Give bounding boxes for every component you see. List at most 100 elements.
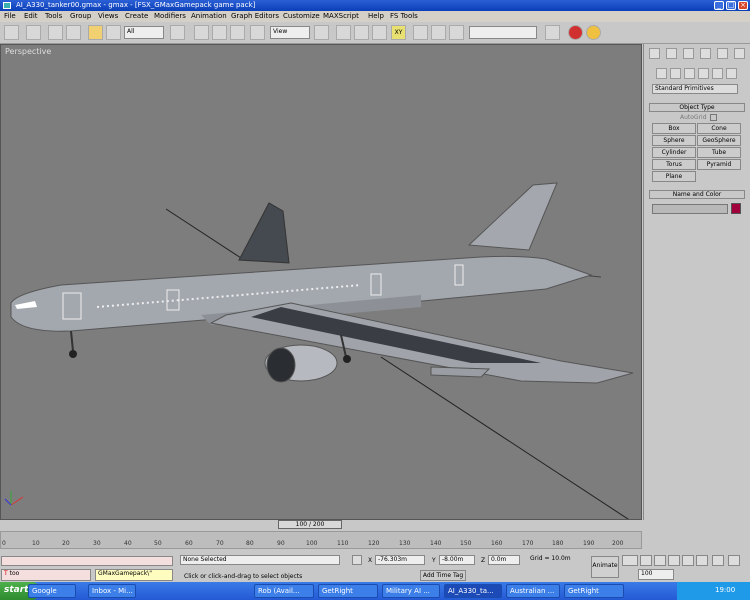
task-rob[interactable]: Rob (Avail... (254, 584, 314, 598)
create-tab-icon[interactable] (649, 48, 660, 59)
frame-field[interactable]: 100 (638, 569, 674, 580)
maxscript-listener[interactable] (1, 556, 173, 566)
torus-button[interactable]: Torus (652, 159, 696, 170)
zoom-icon[interactable] (696, 555, 708, 566)
sphere-button[interactable]: Sphere (652, 135, 696, 146)
menu-customize[interactable]: Customize (283, 12, 320, 20)
maxscript-icon: T (4, 570, 8, 577)
box-button[interactable]: Box (652, 123, 696, 134)
redo-icon[interactable] (26, 25, 41, 40)
minimize-button[interactable]: _ (714, 1, 724, 10)
menu-fs-tools[interactable]: FS Tools (390, 12, 418, 20)
tube-button[interactable]: Tube (697, 147, 741, 158)
time-slider[interactable]: 100 / 200 (278, 520, 342, 529)
timeline-tick: 150 (460, 540, 472, 547)
z-coordinate-field[interactable]: 0.0m (488, 555, 520, 565)
rotate-icon[interactable] (212, 25, 227, 40)
menu-help[interactable]: Help (368, 12, 384, 20)
selection-filter-dropdown[interactable]: All (124, 26, 164, 39)
named-selection-dropdown[interactable] (469, 26, 537, 39)
motion-tab-icon[interactable] (700, 48, 711, 59)
mirror-icon[interactable] (413, 25, 428, 40)
task-google[interactable]: Google (28, 584, 76, 598)
category-dropdown[interactable]: Standard Primitives (652, 84, 738, 94)
shapes-icon[interactable] (670, 68, 681, 79)
modify-tab-icon[interactable] (666, 48, 677, 59)
menu-edit[interactable]: Edit (24, 12, 38, 20)
maximize-button[interactable]: □ (726, 1, 736, 10)
undo-icon[interactable] (4, 25, 19, 40)
object-color-swatch[interactable] (731, 203, 741, 214)
task-military-ai[interactable]: Military AI ... (382, 584, 440, 598)
timeline-tick: 190 (583, 540, 595, 547)
maxscript-icon-area[interactable]: T too (1, 569, 91, 581)
clock[interactable]: 19:00 (715, 586, 735, 594)
display-tab-icon[interactable] (717, 48, 728, 59)
material-icon[interactable] (449, 25, 464, 40)
key-mode-icon[interactable] (622, 555, 638, 566)
named-selection-icon[interactable] (545, 25, 560, 40)
menu-create[interactable]: Create (125, 12, 148, 20)
perspective-viewport[interactable]: Perspective (0, 44, 642, 520)
task-inbox[interactable]: Inbox - Mi... (88, 584, 136, 598)
align-icon[interactable] (431, 25, 446, 40)
prev-frame-icon[interactable] (654, 555, 666, 566)
x-coordinate-field[interactable]: -76.303m (375, 555, 425, 565)
menu-file[interactable]: File (4, 12, 16, 20)
menu-views[interactable]: Views (98, 12, 118, 20)
scale-icon[interactable] (230, 25, 245, 40)
spacewarps-icon[interactable] (726, 68, 737, 79)
add-time-tag-button[interactable]: Add Time Tag (420, 570, 466, 581)
object-type-rollout[interactable]: Object Type (649, 103, 745, 112)
task-getright-2[interactable]: GetRight (564, 584, 624, 598)
manipulate-icon[interactable] (250, 25, 265, 40)
next-frame-icon[interactable] (682, 555, 694, 566)
menu-animation[interactable]: Animation (191, 12, 227, 20)
autogrid-checkbox[interactable] (710, 114, 717, 121)
geometry-icon[interactable] (656, 68, 667, 79)
move-icon[interactable] (194, 25, 209, 40)
geosphere-button[interactable]: GeoSphere (697, 135, 741, 146)
cone-button[interactable]: Cone (697, 123, 741, 134)
lights-icon[interactable] (684, 68, 695, 79)
arc-rotate-icon[interactable] (728, 555, 740, 566)
menu-tools[interactable]: Tools (45, 12, 62, 20)
lock-selection-icon[interactable] (352, 555, 362, 565)
cylinder-button[interactable]: Cylinder (652, 147, 696, 158)
pyramid-button[interactable]: Pyramid (697, 159, 741, 170)
hierarchy-tab-icon[interactable] (683, 48, 694, 59)
unlink-icon[interactable] (66, 25, 81, 40)
y-coordinate-field[interactable]: -8.00m (439, 555, 475, 565)
select-icon[interactable] (88, 25, 103, 40)
z-axis-icon[interactable] (372, 25, 387, 40)
render-icon[interactable] (568, 25, 583, 40)
select-by-name-icon[interactable] (170, 25, 185, 40)
menu-maxscript[interactable]: MAXScript (323, 12, 359, 20)
play-icon[interactable] (668, 555, 680, 566)
menu-group[interactable]: Group (70, 12, 91, 20)
quick-render-icon[interactable] (586, 25, 601, 40)
utilities-tab-icon[interactable] (734, 48, 745, 59)
helpers-icon[interactable] (712, 68, 723, 79)
go-to-start-icon[interactable] (640, 555, 652, 566)
menu-graph-editors[interactable]: Graph Editors (231, 12, 279, 20)
plane-button[interactable]: Plane (652, 171, 696, 182)
task-gmax-active[interactable]: AI_A330_ta... (444, 584, 502, 598)
task-getright[interactable]: GetRight (318, 584, 378, 598)
name-color-rollout[interactable]: Name and Color (649, 190, 745, 199)
object-name-field[interactable] (652, 204, 728, 214)
ref-coord-dropdown[interactable]: View (270, 26, 310, 39)
pivot-icon[interactable] (314, 25, 329, 40)
xy-axis-button[interactable]: XY (391, 25, 406, 40)
x-axis-icon[interactable] (336, 25, 351, 40)
cameras-icon[interactable] (698, 68, 709, 79)
close-button[interactable]: × (738, 1, 748, 10)
menu-modifiers[interactable]: Modifiers (154, 12, 186, 20)
task-australian[interactable]: Australian ... (506, 584, 560, 598)
animate-button[interactable]: Animate (591, 556, 619, 578)
pan-icon[interactable] (712, 555, 724, 566)
select-region-icon[interactable] (106, 25, 121, 40)
command-line-field[interactable]: GMaxGamepack\" (95, 569, 173, 581)
y-axis-icon[interactable] (354, 25, 369, 40)
link-icon[interactable] (48, 25, 63, 40)
